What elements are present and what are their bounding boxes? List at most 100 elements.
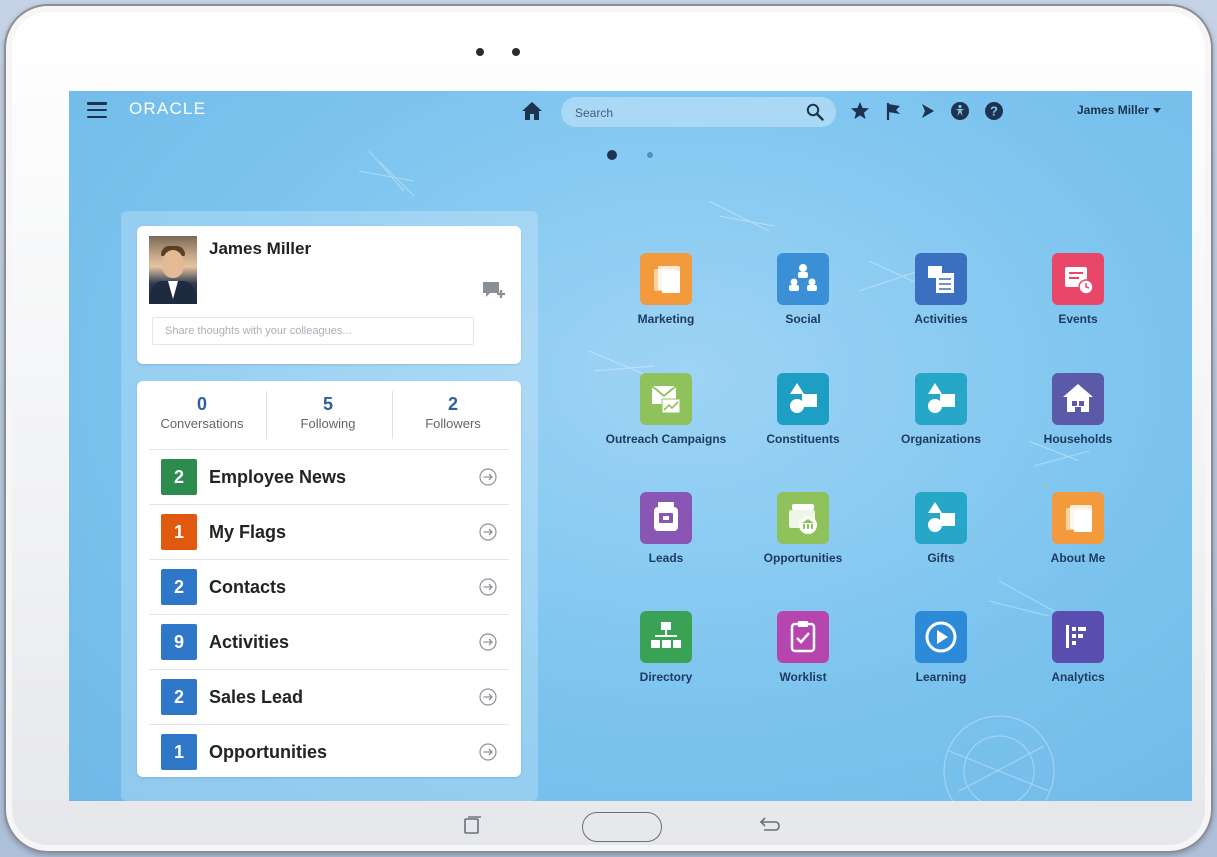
- list-item[interactable]: 2 Employee News: [149, 449, 509, 504]
- app-tile-learning[interactable]: Learning: [876, 611, 1006, 685]
- stack-icon: [1052, 492, 1104, 544]
- notifications-icon[interactable]: [917, 101, 937, 121]
- profile-name[interactable]: James Miller: [209, 239, 311, 259]
- app-tile-opportunities[interactable]: Opportunities: [738, 492, 868, 566]
- app-tile-label: Learning: [915, 670, 967, 684]
- app-tile-label: Events: [1058, 312, 1098, 326]
- app-tile-label: Analytics: [1051, 670, 1105, 684]
- people-network-icon: [777, 253, 829, 305]
- app-tile-outreach-campaigns[interactable]: Outreach Campaigns: [601, 373, 731, 447]
- app-tile-households[interactable]: Households: [1013, 373, 1143, 447]
- oracle-logo: ORACLE: [129, 99, 207, 118]
- envelope-chart-icon: [640, 373, 692, 425]
- stat-followers[interactable]: 2 Followers: [390, 393, 516, 433]
- help-icon[interactable]: ?: [984, 101, 1004, 121]
- shapes-icon: [915, 492, 967, 544]
- recent-apps-icon[interactable]: [461, 816, 483, 836]
- app-tile-label: Worklist: [779, 670, 827, 684]
- stats-row: 0 Conversations 5 Following 2 Followers: [137, 381, 521, 449]
- app-tile-activities[interactable]: Activities: [876, 253, 1006, 327]
- home-icon[interactable]: [521, 101, 543, 121]
- app-tile-label: About Me: [1050, 551, 1106, 565]
- list-item-label: Opportunities: [209, 742, 327, 762]
- stat-conversations[interactable]: 0 Conversations: [139, 393, 265, 433]
- list-item-label: Sales Lead: [209, 687, 304, 707]
- page-indicator[interactable]: [647, 152, 653, 158]
- share-thoughts-input[interactable]: [152, 317, 474, 345]
- app-tile-directory[interactable]: Directory: [601, 611, 731, 685]
- count-badge: 2: [161, 679, 197, 715]
- stat-label: Following: [300, 416, 356, 431]
- list-item[interactable]: 1 My Flags: [149, 504, 509, 559]
- avatar[interactable]: [149, 236, 197, 304]
- stat-value: 5: [322, 394, 333, 414]
- stat-value: 0: [196, 394, 207, 414]
- count-badge: 1: [161, 514, 197, 550]
- count-badge: 2: [161, 459, 197, 495]
- briefcase-bank-icon: [777, 492, 829, 544]
- accessibility-icon[interactable]: [950, 101, 970, 121]
- app-tile-label: Directory: [639, 670, 693, 684]
- clipboard-check-icon: [777, 611, 829, 663]
- app-tile-events[interactable]: Events: [1013, 253, 1143, 327]
- user-menu[interactable]: James Miller: [1077, 103, 1162, 117]
- app-tile-label: Activities: [914, 312, 968, 326]
- arrow-right-circle-icon[interactable]: [479, 468, 497, 486]
- flag-icon[interactable]: [884, 101, 904, 121]
- app-tile-gifts[interactable]: Gifts: [876, 492, 1006, 566]
- play-circle-icon: [915, 611, 967, 663]
- list-item-label: Contacts: [209, 577, 287, 597]
- new-conversation-icon[interactable]: [482, 281, 506, 301]
- top-bar: ORACLE Search ? James Miller: [69, 91, 1192, 131]
- search-box[interactable]: [561, 97, 836, 129]
- count-badge: 1: [161, 734, 197, 770]
- calendar-icon: [915, 253, 967, 305]
- tablet-frame: ORACLE Search ? James Miller James Mille…: [4, 4, 1213, 853]
- app-screen: ORACLE Search ? James Miller James Mille…: [69, 91, 1192, 801]
- app-tile-marketing[interactable]: Marketing: [601, 253, 731, 327]
- app-tile-organizations[interactable]: Organizations: [876, 373, 1006, 447]
- app-tile-label: Marketing: [637, 312, 695, 326]
- menu-icon[interactable]: [87, 102, 107, 119]
- app-tile-social[interactable]: Social: [738, 253, 868, 327]
- app-tile-label: Households: [1043, 432, 1113, 446]
- badge-icon: [640, 492, 692, 544]
- stat-following[interactable]: 5 Following: [265, 393, 391, 433]
- arrow-right-circle-icon[interactable]: [479, 743, 497, 761]
- user-menu-name: James Miller: [1077, 103, 1150, 117]
- stat-label: Conversations: [160, 416, 244, 431]
- page-indicator-active[interactable]: [607, 150, 617, 160]
- app-tile-label: Organizations: [900, 432, 981, 446]
- activity-card: 0 Conversations 5 Following 2 Followers …: [137, 381, 521, 777]
- shapes-icon: [777, 373, 829, 425]
- count-badge: 2: [161, 569, 197, 605]
- app-tile-about-me[interactable]: About Me: [1013, 492, 1143, 566]
- back-icon[interactable]: [758, 816, 782, 834]
- stat-label: Followers: [425, 416, 481, 431]
- arrow-right-circle-icon[interactable]: [479, 633, 497, 651]
- bar-list-icon: [1052, 611, 1104, 663]
- app-tile-worklist[interactable]: Worklist: [738, 611, 868, 685]
- list-item[interactable]: 2 Contacts: [149, 559, 509, 614]
- app-tile-label: Constituents: [766, 432, 840, 446]
- app-tile-label: Social: [785, 312, 821, 326]
- app-tile-label: Gifts: [927, 551, 955, 565]
- camera-sensor: [512, 48, 520, 56]
- search-icon[interactable]: [806, 103, 824, 121]
- app-tile-leads[interactable]: Leads: [601, 492, 731, 566]
- list-item[interactable]: 9 Activities: [149, 614, 509, 669]
- app-tile-analytics[interactable]: Analytics: [1013, 611, 1143, 685]
- search-input[interactable]: [573, 97, 797, 129]
- list-item-label: My Flags: [209, 522, 287, 542]
- favorites-star-icon[interactable]: [850, 101, 870, 121]
- camera-lens: [476, 48, 484, 56]
- list-item[interactable]: 1 Opportunities: [149, 724, 509, 777]
- list-item[interactable]: 2 Sales Lead: [149, 669, 509, 724]
- app-tile-label: Opportunities: [763, 551, 843, 565]
- arrow-right-circle-icon[interactable]: [479, 578, 497, 596]
- app-tile-constituents[interactable]: Constituents: [738, 373, 868, 447]
- app-tile-label: Outreach Campaigns: [605, 432, 727, 446]
- arrow-right-circle-icon[interactable]: [479, 688, 497, 706]
- home-button[interactable]: [582, 812, 662, 842]
- arrow-right-circle-icon[interactable]: [479, 523, 497, 541]
